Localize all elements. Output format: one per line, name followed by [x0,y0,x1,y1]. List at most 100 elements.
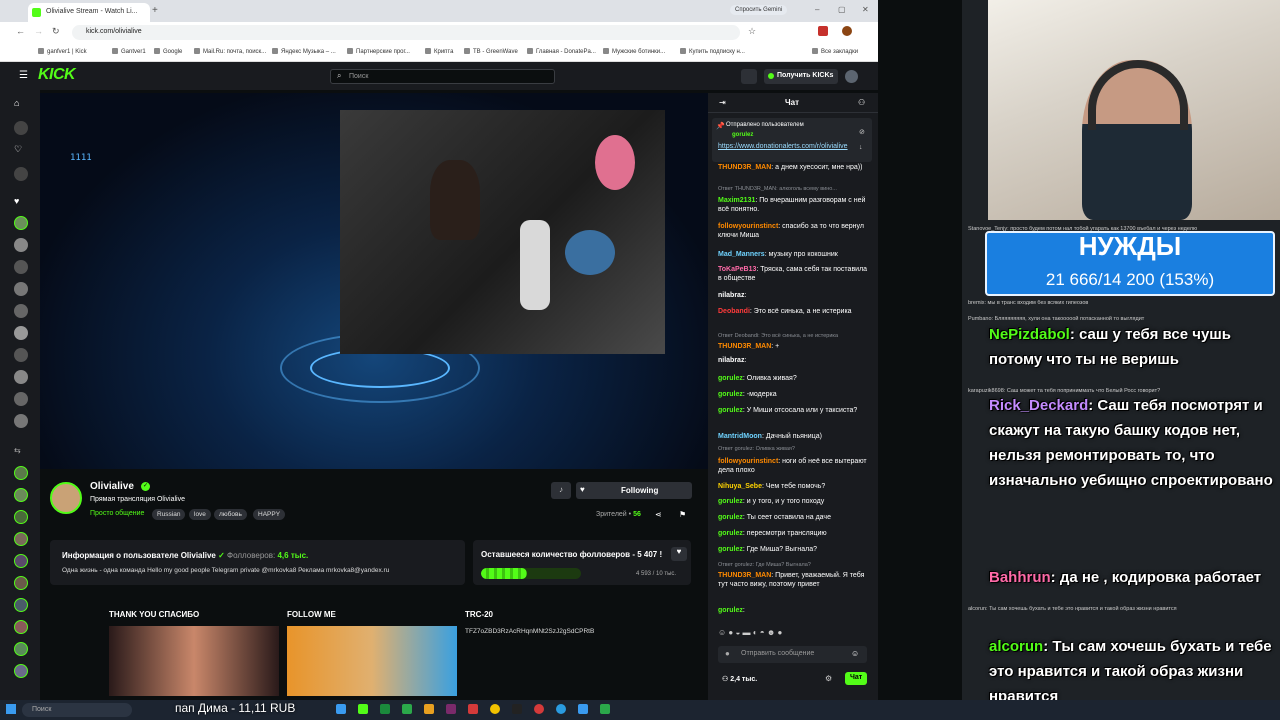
chat-username[interactable]: nilabraz [718,357,744,364]
chat-username[interactable]: gorulez [718,546,743,553]
app-icon[interactable] [380,704,390,714]
channel-avatar[interactable] [14,642,28,656]
chrome-icon[interactable] [490,704,500,714]
app-icon[interactable] [468,704,478,714]
app-icon[interactable] [336,704,346,714]
bookmark-item[interactable]: TB - GreenWave [464,48,518,55]
panel-image[interactable] [109,626,279,696]
bookmark-item[interactable]: Gantver1 [112,48,146,55]
close-window-icon[interactable]: ✕ [862,5,869,14]
new-tab-icon[interactable]: + [152,5,158,16]
bookmark-item[interactable]: ganfver1 | Kick [38,48,87,55]
panel-image[interactable] [287,626,457,696]
bookmark-item[interactable]: Купить подписку н... [680,48,745,55]
stream-category[interactable]: Просто общение [90,510,144,517]
stream-tag[interactable]: любовь [214,509,247,520]
chat-username[interactable]: followyourinstinct [718,223,778,230]
share-icon[interactable]: ⋖ [655,510,662,519]
expand-icon[interactable]: ⇆ [14,446,28,460]
expand-pin-icon[interactable]: ↓ [859,144,863,151]
download-icon[interactable] [14,167,28,181]
channel-avatar[interactable] [14,304,28,318]
app-icon[interactable] [534,704,544,714]
app-icon[interactable] [600,704,610,714]
chat-input[interactable]: Отправить сообщение [718,646,867,663]
app-icon[interactable] [578,704,588,714]
bookmark-item[interactable]: Mail.Ru: почта, поиск... [194,48,266,55]
channel-avatar[interactable] [14,466,28,480]
search-input[interactable]: Поиск [330,69,555,84]
chat-username[interactable]: Maxim2131 [718,197,755,204]
chat-username[interactable]: MantridMoon [718,433,762,440]
channel-avatar[interactable] [14,664,28,678]
chat-username[interactable]: Nihuya_Sebe [718,483,762,490]
channel-avatar[interactable] [14,576,28,590]
bookmark-item[interactable]: Мужские ботинки... [603,48,665,55]
bookmark-item[interactable]: Партнерские прог... [347,48,410,55]
stream-tag[interactable]: love [189,509,211,520]
maximize-icon[interactable]: ▢ [838,5,846,14]
chat-username[interactable]: gorulez [718,607,743,614]
channel-avatar[interactable] [14,238,28,252]
chat-username[interactable]: THUND3R_MAN [718,164,771,171]
streamer-name[interactable]: Olivialive [90,481,134,492]
chat-username[interactable]: followyourinstinct [718,458,778,465]
chat-send-button[interactable]: Чат [845,672,867,685]
chat-username[interactable]: THUND3R_MAN [718,343,771,350]
chat-username[interactable]: gorulez [718,530,743,537]
menu-icon[interactable]: ☰ [19,70,28,81]
app-icon[interactable] [358,704,368,714]
channel-avatar[interactable] [14,370,28,384]
taskbar-search[interactable]: Поиск [22,703,132,717]
app-icon[interactable] [512,704,522,714]
bookmark-item[interactable]: Главная - DonatePa... [527,48,596,55]
unpin-icon[interactable]: ⊘ [859,128,865,136]
app-icon[interactable] [446,704,456,714]
channel-avatar[interactable] [14,260,28,274]
bookmark-item[interactable]: Google [154,48,182,55]
channel-avatar[interactable] [14,348,28,362]
reload-icon[interactable]: ↻ [52,26,60,37]
bookmark-star-icon[interactable]: ☆ [748,26,756,37]
chat-username[interactable]: gorulez [718,391,743,398]
emoji-picker-icon[interactable]: ☺ [851,649,859,658]
back-icon[interactable]: ← [16,26,25,36]
goal-heart-icon[interactable]: ♥ [671,547,687,561]
channel-avatar[interactable] [14,326,28,340]
browse-icon[interactable] [14,121,28,135]
channel-avatar[interactable] [14,554,28,568]
app-icon[interactable] [424,704,434,714]
following-button[interactable]: Following [576,482,692,499]
channel-avatar[interactable] [14,620,28,634]
app-icon[interactable] [402,704,412,714]
forward-icon[interactable]: → [34,26,43,36]
channel-avatar[interactable] [14,216,28,230]
taskbar-news-widget[interactable]: пап Дима - 11,11 RUB [175,701,295,715]
user-avatar[interactable] [845,70,858,83]
chat-users-icon[interactable]: ⚇ [858,98,865,107]
stream-tag[interactable]: HAPPY [253,509,286,520]
channel-avatar[interactable] [14,414,28,428]
chat-username[interactable]: Mad_Manners [718,251,765,258]
notification-bell-icon[interactable]: ♪ [551,482,571,499]
chat-settings-gear-icon[interactable]: ⚙ [825,674,832,683]
emote-icon[interactable]: ☺ ● ◒ ▬ ◐ ◓ ☻ ● [718,628,782,637]
channel-avatar[interactable] [14,532,28,546]
chat-username[interactable]: gorulez [718,498,743,505]
streamer-avatar[interactable] [50,482,82,514]
minimize-icon[interactable]: – [815,5,819,14]
bookmark-item[interactable]: Все закладки [812,48,858,55]
channel-avatar[interactable] [14,510,28,524]
profile-avatar[interactable] [842,26,852,36]
stream-tag[interactable]: Russian [152,509,186,520]
chat-username[interactable]: gorulez [718,407,743,414]
extension-icon[interactable] [818,26,828,36]
library-icon[interactable] [741,69,757,84]
following-heart-icon[interactable]: ♡ [14,144,28,158]
channel-avatar[interactable] [14,392,28,406]
start-icon[interactable] [6,704,16,714]
chat-username[interactable]: Deobandi [718,308,750,315]
chat-username[interactable]: gorulez [718,375,743,382]
pinned-user[interactable]: gorulez [732,132,753,138]
browser-tab[interactable]: Olivialive Stream - Watch Li... [28,3,150,22]
